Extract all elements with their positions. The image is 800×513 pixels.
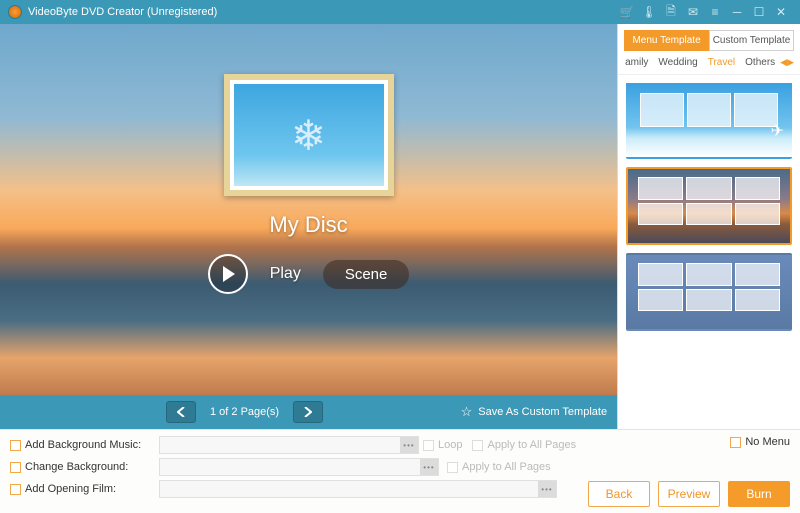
cat-others[interactable]: Others [740, 55, 780, 70]
chk-bg-music[interactable] [10, 440, 21, 451]
app-title: VideoByte DVD Creator (Unregistered) [28, 6, 217, 18]
burn-button[interactable]: Burn [728, 481, 790, 507]
back-button[interactable]: Back [588, 481, 650, 507]
chk-opening[interactable] [10, 484, 21, 495]
page-next-button[interactable] [293, 401, 323, 423]
template-panel: Menu Template Custom Template amily Wedd… [617, 24, 800, 429]
app-logo-icon [8, 5, 22, 19]
disc-title[interactable]: My Disc [0, 212, 617, 238]
tab-menu-template[interactable]: Menu Template [624, 30, 709, 51]
page-indicator: 1 of 2 Page(s) [210, 406, 279, 418]
close-icon[interactable]: ✕ [772, 3, 790, 21]
preview-button[interactable]: Preview [658, 481, 720, 507]
bottom-panel: Add Background Music: ••• Loop Apply to … [0, 429, 800, 513]
lbl-change-bg: Change Background: [25, 461, 155, 473]
cat-family[interactable]: amily [620, 55, 653, 70]
key-icon[interactable]: 🌡 [640, 3, 658, 21]
menu-icon[interactable]: ≡ [706, 3, 724, 21]
chk-no-menu[interactable] [730, 437, 741, 448]
lbl-no-menu: No Menu [745, 436, 790, 448]
chk-change-bg[interactable] [10, 462, 21, 473]
cat-travel[interactable]: Travel [703, 55, 740, 70]
play-button[interactable] [208, 254, 248, 294]
cat-scroll-arrows[interactable]: ◀▶ [780, 57, 798, 68]
template-item-sunset[interactable] [626, 167, 792, 245]
save-as-template-button[interactable]: ☆ Save As Custom Template [461, 404, 607, 420]
minimize-icon[interactable]: ─ [728, 3, 746, 21]
cart-icon[interactable]: 🛒 [618, 3, 636, 21]
template-item-sky[interactable]: ✈ [626, 81, 792, 159]
template-item-stadium[interactable] [626, 253, 792, 331]
maximize-icon[interactable]: ☐ [750, 3, 768, 21]
browse-icon[interactable]: ••• [538, 481, 556, 497]
chk-apply-all-2[interactable] [447, 462, 458, 473]
lbl-opening: Add Opening Film: [25, 483, 155, 495]
chk-apply-all-1[interactable] [472, 440, 483, 451]
preview-stage: ❄ My Disc Play Scene [0, 24, 617, 395]
airplane-icon: ✈ [771, 121, 784, 141]
save-template-label: Save As Custom Template [478, 406, 607, 418]
browse-icon[interactable]: ••• [420, 459, 438, 475]
tab-custom-template[interactable]: Custom Template [709, 30, 794, 51]
feedback-icon[interactable]: ✉ [684, 3, 702, 21]
star-icon: ☆ [461, 404, 473, 420]
preview-pager: 1 of 2 Page(s) ☆ Save As Custom Template [0, 395, 617, 429]
page-icon[interactable]: 🗎 [662, 3, 680, 21]
lbl-apply-all-2: Apply to All Pages [462, 461, 551, 473]
snowflake-icon: ❄ [291, 111, 326, 160]
cat-wedding[interactable]: Wedding [653, 55, 702, 70]
lbl-bg-music: Add Background Music: [25, 439, 155, 451]
title-bar: VideoByte DVD Creator (Unregistered) 🛒 🌡… [0, 0, 800, 24]
page-prev-button[interactable] [166, 401, 196, 423]
browse-icon[interactable]: ••• [400, 437, 418, 453]
preview-panel: ❄ My Disc Play Scene 1 of 2 Page(s) ☆ Sa… [0, 24, 617, 429]
input-change-bg[interactable]: ••• [159, 458, 439, 476]
play-label[interactable]: Play [270, 265, 301, 283]
scene-button[interactable]: Scene [323, 260, 410, 289]
chk-loop[interactable] [423, 440, 434, 451]
lbl-apply-all-1: Apply to All Pages [487, 439, 576, 451]
input-bg-music[interactable]: ••• [159, 436, 419, 454]
lbl-loop: Loop [438, 439, 462, 451]
template-category-row: amily Wedding Travel Others ◀▶ [618, 51, 800, 75]
input-opening[interactable]: ••• [159, 480, 557, 498]
menu-thumbnail[interactable]: ❄ [224, 74, 394, 196]
